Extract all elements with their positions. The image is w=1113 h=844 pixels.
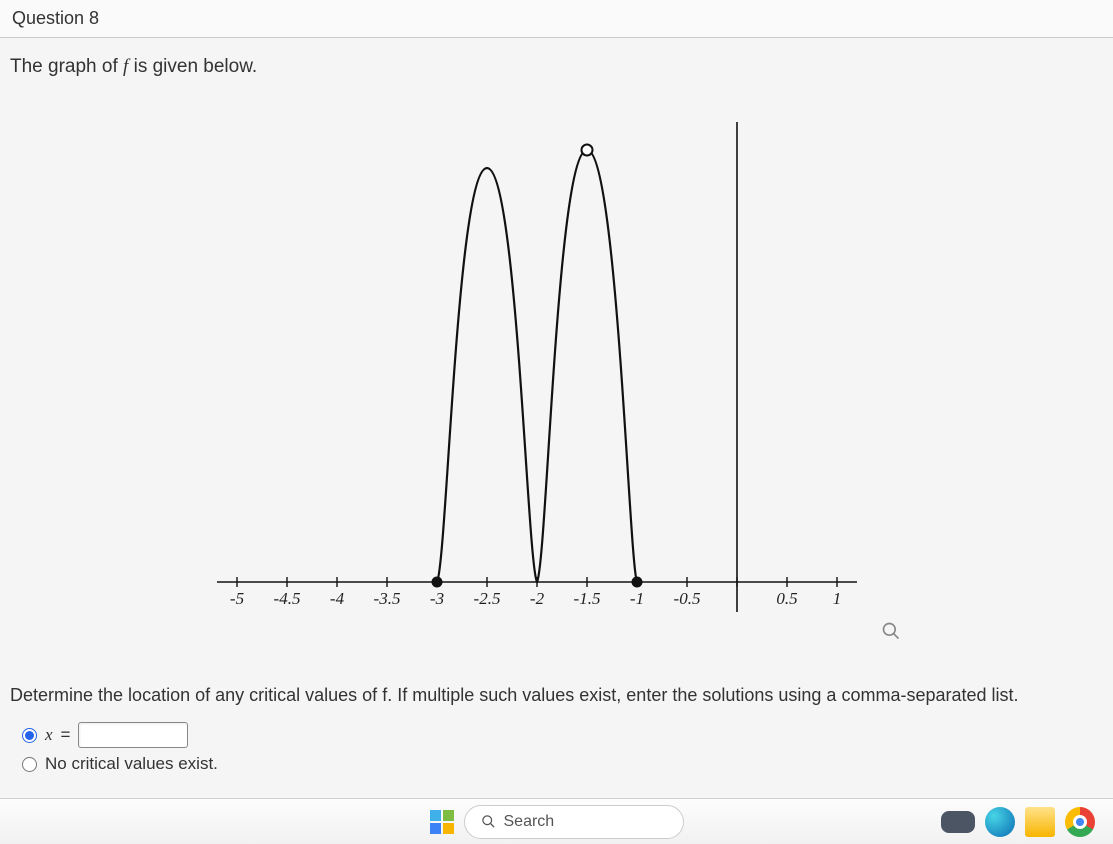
taskbar-right (941, 807, 1095, 837)
taskbar: Search (0, 798, 1113, 844)
prompt-pre: The graph of (10, 56, 123, 77)
answer-options: x = No critical values exist. (22, 722, 1103, 774)
edge-icon[interactable] (985, 807, 1015, 837)
graph-svg: -5 -4.5 -4 -3.5 -3 -2.5 -2 -1.5 -1 -0.5 0.5 1 (177, 92, 937, 652)
search-icon (481, 814, 496, 829)
svg-text:-4: -4 (329, 589, 344, 608)
svg-text:-2.5: -2.5 (473, 589, 500, 608)
weather-icon[interactable] (941, 811, 975, 833)
label-no-critical: No critical values exist. (45, 754, 218, 774)
start-button[interactable] (430, 810, 454, 834)
endpoint-right-closed (631, 577, 642, 588)
label-equals: = (61, 725, 71, 745)
svg-text:-1.5: -1.5 (573, 589, 600, 608)
svg-text:-0.5: -0.5 (673, 589, 700, 608)
instruction-text: Determine the location of any critical v… (10, 682, 1103, 708)
radio-no-critical[interactable] (22, 757, 37, 772)
taskbar-search[interactable]: Search (464, 805, 684, 839)
main-content: The graph of f is given below. -5-4.5-4-… (0, 38, 1113, 790)
question-header: Question 8 (0, 0, 1113, 38)
endpoint-left-closed (431, 577, 442, 588)
chrome-icon[interactable] (1065, 807, 1095, 837)
svg-text:-3.5: -3.5 (373, 589, 400, 608)
svg-text:0.5: 0.5 (776, 589, 797, 608)
peak-open-dot (581, 145, 592, 156)
svg-text:-4.5: -4.5 (273, 589, 300, 608)
search-placeholder: Search (504, 813, 555, 831)
prompt-post: is given below. (128, 56, 257, 77)
svg-text:-2: -2 (529, 589, 544, 608)
radio-x-equals[interactable] (22, 728, 37, 743)
file-explorer-icon[interactable] (1025, 807, 1055, 837)
option-x-equals[interactable]: x = (22, 722, 1103, 748)
curve-f (437, 150, 637, 582)
svg-text:-1: -1 (629, 589, 643, 608)
instruction-post: . If multiple such values exist, enter t… (387, 685, 1018, 705)
option-no-critical[interactable]: No critical values exist. (22, 754, 1103, 774)
question-number: Question 8 (12, 8, 99, 28)
label-x: x (45, 725, 53, 745)
magnify-icon[interactable] (881, 621, 901, 646)
svg-text:-5: -5 (229, 589, 243, 608)
svg-text:1: 1 (832, 589, 841, 608)
critical-values-input[interactable] (78, 722, 188, 748)
instruction-pre: Determine the location of any critical v… (10, 685, 382, 705)
svg-text:-3: -3 (429, 589, 443, 608)
prompt-text: The graph of f is given below. (10, 56, 1103, 78)
graph-plot: -5 -4.5 -4 -3.5 -3 -2.5 -2 -1.5 -1 -0.5 0.5 1 (177, 92, 937, 652)
